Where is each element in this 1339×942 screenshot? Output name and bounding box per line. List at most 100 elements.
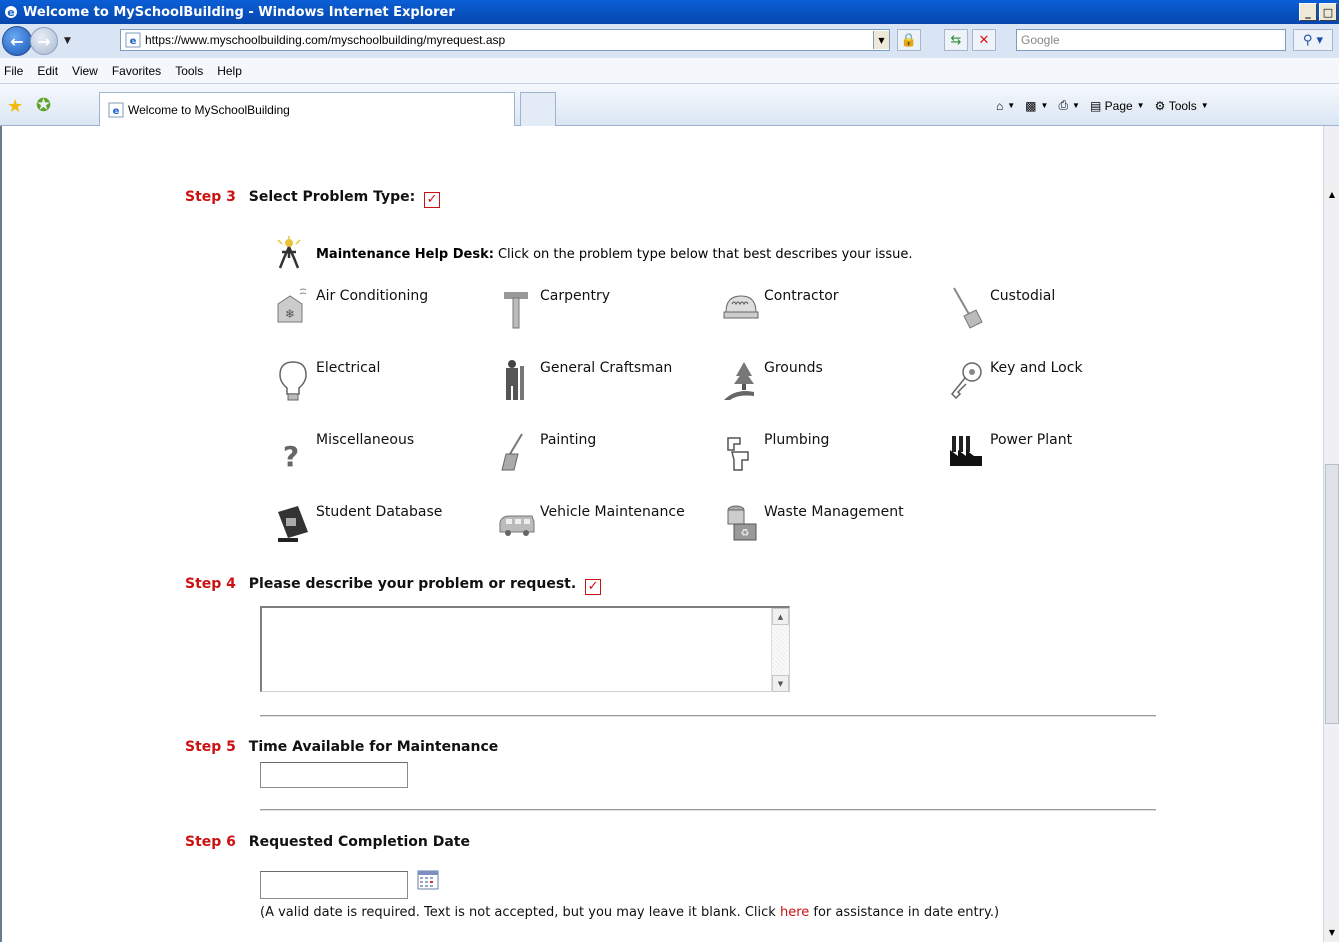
scroll-down-arrow-icon[interactable]: ▼ [772, 675, 789, 692]
problem-type-label: Contractor [764, 288, 839, 304]
step6-heading: Step 6 Requested Completion Date [185, 834, 470, 850]
divider [260, 809, 1156, 811]
menu-help[interactable]: Help [211, 64, 250, 78]
step5-heading: Step 5 Time Available for Maintenance [185, 739, 498, 755]
maximize-button[interactable]: □ [1319, 3, 1337, 21]
page-viewport: Step 3 Select Problem Type: ✓ Maintenanc… [0, 126, 1323, 942]
scroll-thumb[interactable] [1325, 464, 1339, 724]
page-menu[interactable]: ▤ Page ▼ [1090, 99, 1145, 113]
tools-menu-label: Tools [1168, 98, 1197, 113]
lock-icon[interactable]: 🔒 [897, 29, 921, 51]
calendar-icon[interactable] [417, 870, 439, 890]
new-tab-button[interactable] [520, 92, 556, 126]
date-note-text-end: for assistance in date entry.) [809, 905, 1000, 920]
address-dropdown-icon[interactable]: ▼ [873, 31, 889, 49]
favorites-star-icon[interactable]: ★ [7, 96, 23, 117]
menu-file[interactable]: File [0, 64, 31, 78]
window-title-bar: e Welcome to MySchoolBuilding - Windows … [0, 0, 1339, 24]
problem-type-key-and-lock[interactable]: Key and Lock [948, 358, 1140, 402]
problem-type-plumbing[interactable]: Plumbing [722, 430, 914, 474]
search-input[interactable]: Google [1016, 29, 1286, 51]
problem-type-electrical[interactable]: Electrical [274, 358, 466, 402]
tab-title: Welcome to MySchoolBuilding [128, 102, 290, 117]
problem-type-label: Electrical [316, 360, 381, 376]
air-conditioning-icon: ❄ [277, 288, 307, 323]
problem-type-general-craftsman[interactable]: General Craftsman [498, 358, 690, 402]
contractor-hat-icon [723, 295, 759, 319]
problem-description-textarea[interactable]: ▲ ▼ [260, 606, 790, 692]
key-icon [950, 362, 982, 400]
minimize-button[interactable]: _ [1299, 3, 1317, 21]
command-bar: ⌂ ▼ ▩ ▼ ⎙ ▼ ▤ Page ▼ ⚙ Tools ▼ [996, 98, 1219, 113]
scroll-down-arrow-icon[interactable]: ▼ [1324, 924, 1339, 940]
tab-bar: ★ ✪ e Welcome to MySchoolBuilding ⌂ ▼ ▩ ▼ … [0, 84, 1339, 126]
time-available-input[interactable] [260, 762, 408, 788]
step4-number: Step 4 [185, 576, 236, 592]
tools-menu[interactable]: ⚙ Tools ▼ [1155, 99, 1209, 113]
problem-type-label: Grounds [764, 360, 823, 376]
menu-edit[interactable]: Edit [31, 64, 66, 78]
problem-type-power-plant[interactable]: Power Plant [948, 430, 1140, 474]
date-note-text: (A valid date is required. Text is not a… [260, 905, 780, 920]
menu-tools[interactable]: Tools [169, 64, 211, 78]
menu-favorites[interactable]: Favorites [106, 64, 169, 78]
required-check-icon: ✓ [424, 192, 441, 208]
helpdesk-title: Maintenance Help Desk: [316, 246, 494, 262]
problem-type-painting[interactable]: Painting [498, 430, 690, 474]
feeds-icon[interactable]: ▩ ▼ [1025, 99, 1048, 113]
search-icon[interactable]: ⚲ ▾ [1293, 29, 1333, 51]
problem-type-label: Power Plant [990, 432, 1073, 448]
helpdesk-text: Click on the problem type below that bes… [497, 246, 913, 262]
step6-label: Requested Completion Date [248, 834, 470, 850]
home-icon[interactable]: ⌂ ▼ [996, 99, 1015, 113]
recent-pages-dropdown[interactable]: ▼ [64, 36, 71, 46]
tab-active[interactable]: e Welcome to MySchoolBuilding [99, 92, 515, 126]
refresh-icon[interactable]: ⇆ [944, 29, 968, 51]
page-icon: e [108, 102, 124, 117]
menu-view[interactable]: View [66, 64, 106, 78]
svg-text:❄: ❄ [285, 307, 295, 321]
back-button[interactable]: ← [2, 26, 32, 56]
page-menu-label: Page [1104, 98, 1133, 113]
problem-type-waste-management[interactable]: ♻ Waste Management [722, 502, 914, 546]
light-bulb-icon [279, 361, 307, 401]
factory-icon [950, 436, 982, 466]
problem-type-contractor[interactable]: Contractor [722, 286, 914, 330]
address-url[interactable]: https://www.myschoolbuilding.com/myschoo… [145, 33, 873, 47]
craftsman-icon [506, 360, 524, 400]
problem-type-label: Vehicle Maintenance [540, 504, 685, 520]
problem-type-label: Air Conditioning [316, 288, 429, 304]
problem-type-grounds[interactable]: Grounds [722, 358, 914, 402]
navigation-bar: ← → ▼ e https://www.myschoolbuilding.com… [0, 24, 1339, 58]
problem-type-label: Painting [540, 432, 597, 448]
scroll-up-arrow-icon[interactable]: ▲ [772, 608, 789, 625]
date-help-note: (A valid date is required. Text is not a… [260, 904, 1160, 921]
forward-button[interactable]: → [30, 27, 58, 55]
waste-bin-icon: ♻ [727, 505, 757, 541]
address-bar[interactable]: e https://www.myschoolbuilding.com/mysch… [120, 29, 890, 51]
step3-label: Select Problem Type: [248, 189, 416, 205]
problem-type-label: Key and Lock [990, 360, 1083, 376]
hammer-icon [504, 292, 528, 329]
print-icon[interactable]: ⎙ ▼ [1058, 98, 1080, 113]
problem-type-miscellaneous[interactable]: ? Miscellaneous [274, 430, 466, 474]
add-favorites-icon[interactable]: ✪ [36, 95, 51, 116]
step3-number: Step 3 [185, 189, 236, 205]
date-help-link[interactable]: here [780, 905, 809, 920]
problem-type-air-conditioning[interactable]: ❄ Air Conditioning [274, 286, 466, 330]
divider [260, 715, 1156, 717]
broom-icon [953, 287, 983, 329]
helpdesk-banner: Maintenance Help Desk: Click on the prob… [272, 236, 913, 272]
ie-logo-icon: e [5, 6, 17, 19]
page-scrollbar[interactable]: ▲ ▼ [1323, 126, 1339, 942]
completion-date-input[interactable] [260, 871, 408, 899]
textarea-scrollbar[interactable]: ▲ ▼ [771, 608, 789, 692]
question-mark-icon: ? [283, 440, 299, 473]
problem-type-carpentry[interactable]: Carpentry [498, 286, 690, 330]
step5-label: Time Available for Maintenance [248, 739, 499, 755]
problem-type-student-database[interactable]: Student Database [274, 502, 466, 546]
problem-type-vehicle-maintenance[interactable]: Vehicle Maintenance [498, 502, 690, 546]
scroll-up-arrow-icon[interactable]: ▲ [1324, 186, 1339, 202]
stop-icon[interactable]: ✕ [972, 29, 996, 51]
problem-type-custodial[interactable]: Custodial [948, 286, 1140, 330]
